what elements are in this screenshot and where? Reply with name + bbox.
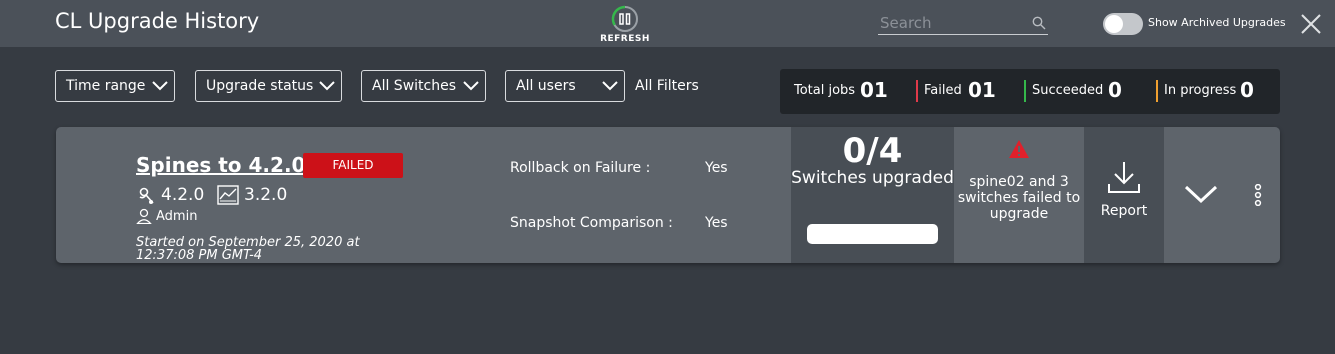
- chevron-down-icon[interactable]: [1184, 184, 1218, 204]
- status-badge: FAILED: [303, 153, 403, 178]
- more-options-icon[interactable]: [1254, 184, 1262, 206]
- chevron-down-icon: [319, 81, 335, 91]
- switches-upgraded-label: Switches upgraded: [791, 168, 954, 188]
- stat-total-label: Total jobs: [794, 83, 856, 98]
- upgrade-version-icon: [139, 187, 154, 204]
- snapshot-value: Yes: [705, 215, 728, 231]
- page-title: CL Upgrade History: [55, 9, 260, 33]
- switches-filter-label: All Switches: [372, 78, 456, 94]
- stat-in-progress-label: In progress: [1164, 83, 1237, 98]
- download-icon: [1108, 162, 1140, 193]
- in-progress-color-bar: [1156, 80, 1158, 102]
- refresh-label: REFRESH: [600, 34, 650, 44]
- failure-panel: spine02 and 3 switches failed to upgrade: [954, 127, 1084, 263]
- target-version: 4.2.0: [161, 185, 205, 205]
- stat-total-value: 01: [860, 78, 888, 102]
- warning-icon: [1009, 140, 1029, 158]
- source-version: 3.2.0: [244, 185, 288, 205]
- upgrade-status-filter[interactable]: Upgrade status: [195, 70, 342, 102]
- chevron-down-icon: [152, 81, 168, 91]
- chevron-down-icon: [463, 81, 479, 91]
- time-range-filter[interactable]: Time range: [55, 70, 175, 102]
- succeeded-color-bar: [1024, 80, 1026, 102]
- refresh-icon: [611, 5, 638, 32]
- switches-upgraded-count: 0/4: [842, 131, 903, 171]
- stat-failed-label: Failed: [924, 83, 962, 98]
- failed-color-bar: [916, 80, 918, 102]
- stat-in-progress-value: 0: [1240, 78, 1254, 102]
- all-filters-link[interactable]: All Filters: [635, 78, 699, 94]
- close-icon[interactable]: [1300, 13, 1322, 35]
- job-stats-summary: Total jobs 01 Failed 01 Succeeded 0 In p…: [780, 69, 1280, 114]
- upgrade-job-card: Spines to 4.2.0 FAILED 4.2.0 3.2.0 Admin…: [56, 127, 1280, 263]
- search-input[interactable]: [878, 12, 1030, 34]
- job-user: Admin: [156, 209, 198, 224]
- report-button[interactable]: Report: [1084, 127, 1164, 263]
- show-archived-toggle[interactable]: [1103, 13, 1143, 35]
- job-title-link[interactable]: Spines to 4.2.0: [136, 153, 305, 177]
- upgrade-progress-panel: 0/4 Switches upgraded: [791, 127, 954, 263]
- search-box: [878, 12, 1048, 35]
- user-icon: [136, 208, 152, 224]
- chevron-down-icon: [602, 81, 618, 91]
- job-start-time: Started on September 25, 2020 at 12:37:0…: [136, 235, 360, 263]
- stat-succeeded-value: 0: [1108, 78, 1122, 102]
- time-range-label: Time range: [66, 78, 146, 94]
- show-archived-label: Show Archived Upgrades: [1148, 16, 1286, 29]
- stat-failed-value: 01: [968, 78, 996, 102]
- rollback-label: Rollback on Failure :: [510, 160, 651, 176]
- stat-succeeded-label: Succeeded: [1032, 83, 1104, 98]
- header-bar: CL Upgrade History REFRESH Show Archived…: [0, 0, 1335, 47]
- upgrade-status-label: Upgrade status: [206, 78, 314, 94]
- refresh-button[interactable]: REFRESH: [598, 5, 652, 49]
- switches-filter[interactable]: All Switches: [361, 70, 486, 102]
- users-filter[interactable]: All users: [505, 70, 625, 102]
- snapshot-label: Snapshot Comparison :: [510, 215, 673, 231]
- users-filter-label: All users: [516, 78, 576, 94]
- failure-message: spine02 and 3 switches failed to upgrade: [957, 174, 1081, 222]
- search-icon[interactable]: [1032, 16, 1046, 30]
- report-label: Report: [1100, 203, 1148, 219]
- netq-version-icon: [217, 185, 239, 205]
- toggle-knob: [1105, 15, 1123, 33]
- upgrade-progress-bar: [807, 224, 938, 244]
- rollback-value: Yes: [705, 160, 728, 176]
